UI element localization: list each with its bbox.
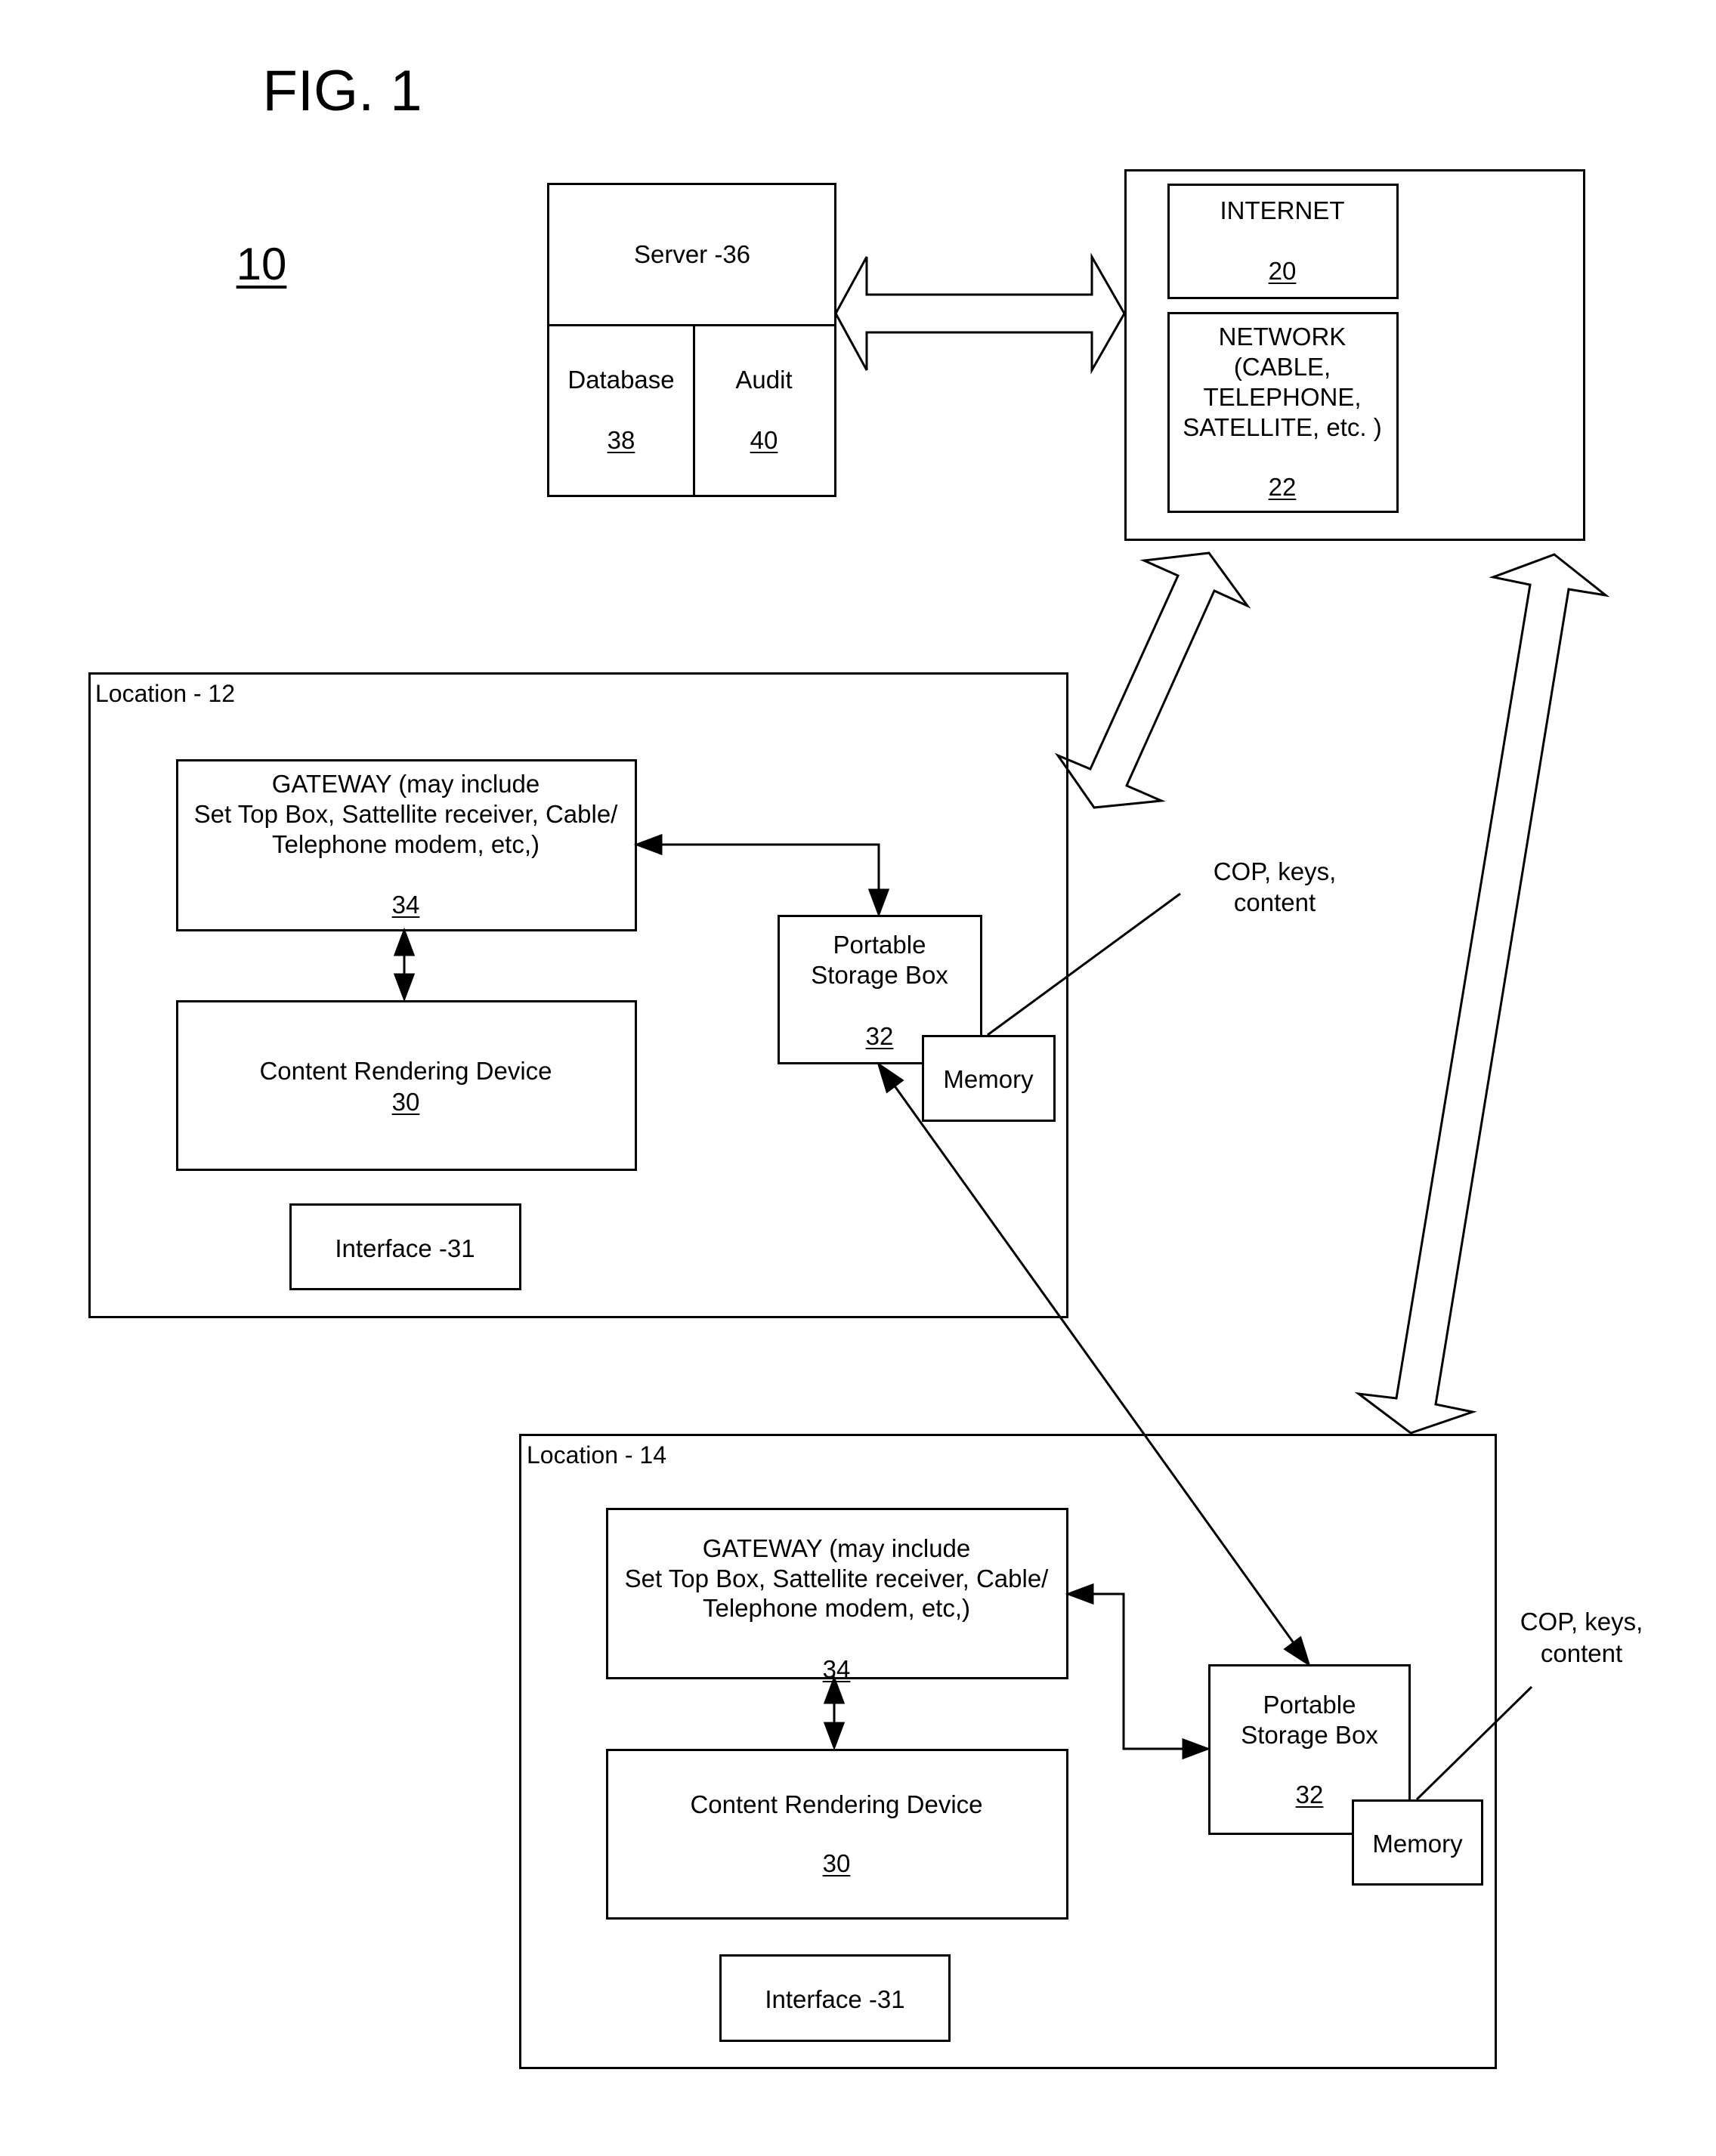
psb-14-line-1: Portable — [1263, 1691, 1356, 1719]
gateway-12-ref: 34 — [391, 891, 420, 919]
annotation-14-line-1: COP, keys, — [1520, 1608, 1643, 1636]
content-rendering-device-box-12 — [176, 1000, 637, 1171]
gateway-14-line-3: Telephone modem, etc,) — [702, 1594, 971, 1622]
network-ref: 22 — [1268, 473, 1297, 501]
psb-12-line-1: Portable — [833, 931, 926, 959]
server-cloud-double-arrow — [834, 252, 1126, 375]
memory-12-label: Memory — [943, 1065, 1034, 1093]
psb-12-ref: 32 — [865, 1022, 894, 1050]
memory-14-label: Memory — [1372, 1830, 1463, 1858]
crd-12-ref: 30 — [391, 1088, 420, 1116]
figure-reference-number: 10 — [236, 239, 287, 289]
database-label: Database — [567, 366, 675, 394]
psb-14-line-2: Storage Box — [1241, 1721, 1378, 1749]
crd-14-ref: 30 — [822, 1849, 851, 1877]
annotation-12-line-1: COP, keys, — [1213, 857, 1337, 885]
network-line-4: SATELLITE, etc. ) — [1183, 413, 1382, 441]
internet-ref: 20 — [1268, 257, 1297, 285]
audit-ref: 40 — [750, 426, 778, 454]
crd-14-label: Content Rendering Device — [690, 1790, 983, 1818]
gateway-14-ref: 34 — [822, 1655, 851, 1683]
network-line-1: NETWORK — [1218, 323, 1347, 351]
network-line-3: TELEPHONE, — [1203, 383, 1362, 411]
audit-box — [693, 324, 836, 497]
figure-title: FIG. 1 — [262, 59, 422, 123]
location-14-label: Location - 14 — [527, 1441, 667, 1469]
database-ref: 38 — [607, 426, 635, 454]
cloud-location14-double-arrow — [1354, 553, 1610, 1435]
network-line-2: (CABLE, — [1233, 353, 1331, 381]
gateway-12-line-1: GATEWAY (may include — [271, 770, 540, 798]
interface-12-label: Interface -31 — [335, 1234, 475, 1262]
psb-14-ref: 32 — [1295, 1781, 1324, 1809]
server-label: Server -36 — [633, 240, 751, 268]
gateway-12-line-2: Set Top Box, Sattellite receiver, Cable/ — [193, 800, 618, 828]
content-rendering-device-box-14 — [606, 1749, 1068, 1920]
audit-label: Audit — [735, 366, 793, 394]
interface-14-label: Interface -31 — [765, 1985, 905, 2013]
psb-12-line-2: Storage Box — [811, 961, 948, 989]
gateway-14-line-2: Set Top Box, Sattellite receiver, Cable/ — [624, 1564, 1049, 1592]
annotation-12-line-2: content — [1233, 888, 1316, 916]
database-box — [547, 324, 695, 497]
location-12-label: Location - 12 — [95, 680, 236, 707]
gateway-14-line-1: GATEWAY (may include — [702, 1534, 971, 1562]
internet-label: INTERNET — [1220, 196, 1345, 224]
annotation-14-line-2: content — [1540, 1639, 1623, 1667]
cloud-location12-double-arrow — [1054, 551, 1251, 809]
gateway-12-line-3: Telephone modem, etc,) — [271, 830, 540, 858]
crd-12-label: Content Rendering Device — [259, 1057, 552, 1085]
